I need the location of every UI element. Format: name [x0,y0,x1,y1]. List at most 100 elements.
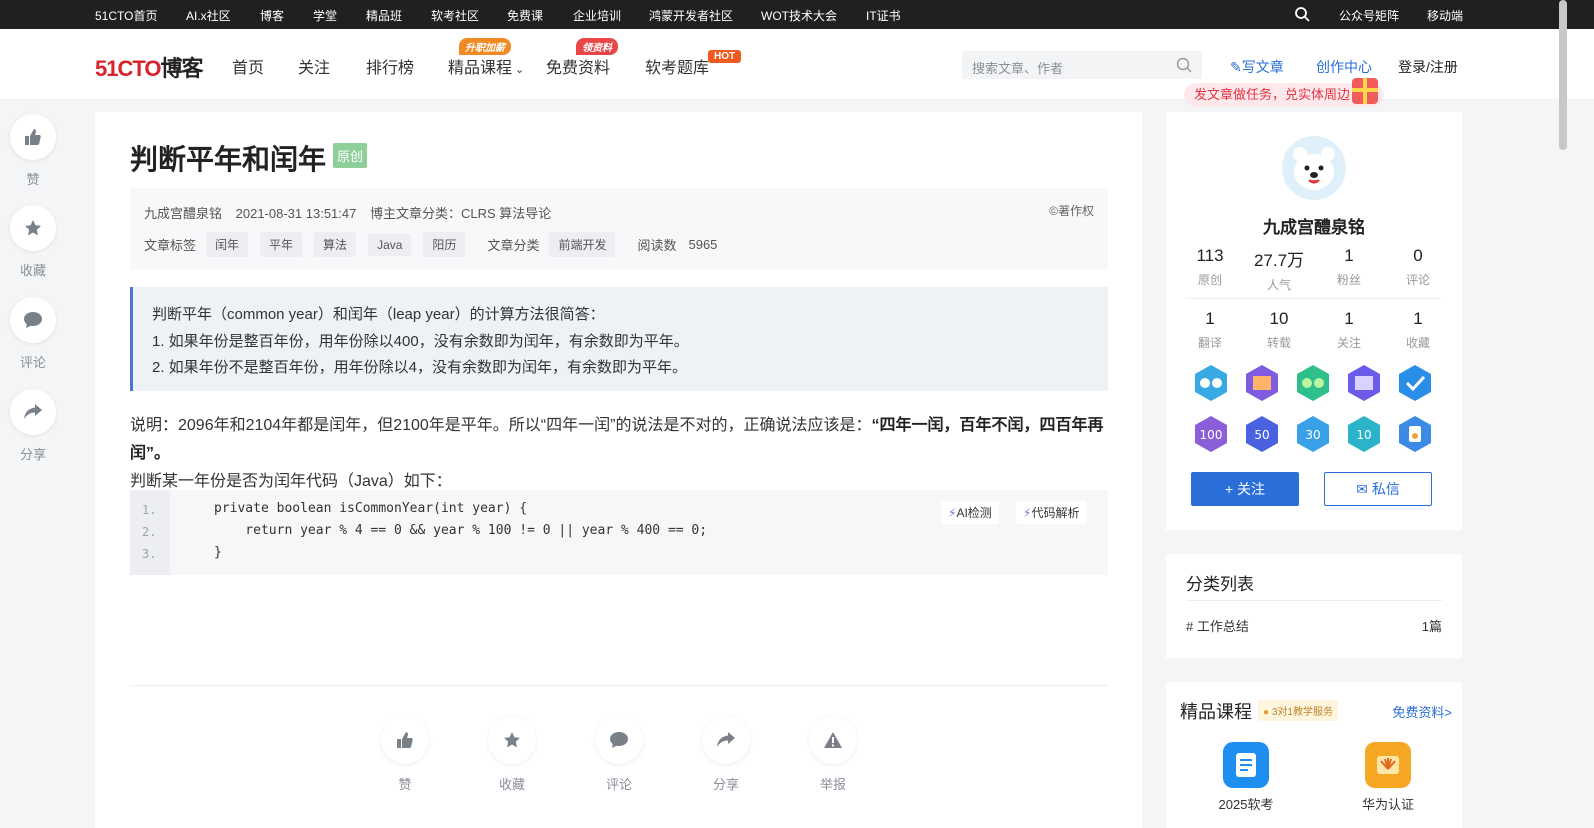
favorite-action[interactable]: 收藏 [10,205,56,279]
stat-reposts[interactable]: 10 转载 [1244,309,1314,351]
tag-item[interactable]: 闰年 [206,232,249,257]
topbar-link-edu[interactable]: 学堂 [313,7,337,24]
write-article-label: 写文章 [1241,59,1284,75]
stat-fans[interactable]: 1 粉丝 [1314,246,1384,288]
bottom-like-action[interactable]: 赞 [381,716,429,793]
medal-book-icon[interactable] [1242,363,1282,403]
comment-icon [595,716,643,764]
stat-popularity[interactable]: 27.7万 人气 [1244,246,1314,293]
nav-exam[interactable]: 软考题库 [645,54,709,78]
category-divider [1186,600,1442,601]
search-input[interactable]: 搜索文章、作者 [972,58,1063,77]
topbar-link-free[interactable]: 免费课 [507,7,543,24]
nav-courses[interactable]: 精品课程 ⌄ [448,54,524,78]
creator-center-link[interactable]: 创作中心 [1316,57,1372,77]
share-action[interactable]: 分享 [10,389,56,463]
stat-translations[interactable]: 1 翻译 [1175,309,1245,351]
author-name[interactable]: 九成宫醴泉铭 [144,206,222,221]
code-line: } [214,545,222,560]
stat-value: 27.7万 [1253,251,1305,270]
stat-label: 评论 [1405,273,1430,287]
topbar-link-wot[interactable]: WOT技术大会 [761,7,837,24]
blog-category[interactable]: CLRS 算法导论 [461,206,551,221]
huawei-logo-icon [1365,742,1411,788]
article-card: 判断平年和闰年 原创 九成宫醴泉铭 2021-08-31 13:51:47 博主… [95,112,1142,828]
topbar-link-enterprise[interactable]: 企业培训 [573,7,621,24]
topbar-link-premium[interactable]: 精品班 [366,7,402,24]
medal-50-icon[interactable]: 50 [1242,414,1282,454]
promo-banner[interactable]: 发文章做任务，兑实体周边 [1184,78,1385,107]
like-action[interactable]: 赞 [10,114,56,188]
bottom-comment-action[interactable]: 评论 [595,716,643,793]
topbar-link-mobile[interactable]: 移动端 [1427,7,1463,24]
search-box[interactable]: 搜索文章、作者 [962,51,1202,79]
gift-icon [1352,78,1379,104]
comment-action[interactable]: 评论 [10,297,56,371]
topbar-link-home[interactable]: 51CTO首页 [95,7,157,24]
medal-purple-book-icon[interactable] [1344,363,1384,403]
mail-icon: ✉ [1356,481,1368,497]
medal-badge-icon[interactable] [1395,414,1435,454]
write-article-link[interactable]: ✎写文章 [1230,57,1284,77]
warning-icon [809,716,857,764]
bottom-favorite-label: 收藏 [498,777,525,792]
medal-number: 50 [1254,428,1269,442]
course-item-huawei[interactable]: 华为认证 [1348,742,1428,813]
bottom-favorite-action[interactable]: 收藏 [488,716,536,793]
ai-check-button[interactable]: ⚡AI检测 [941,501,999,524]
avatar[interactable] [1282,136,1346,200]
follow-button[interactable]: + 关注 [1191,472,1299,506]
topbar-link-ruankao[interactable]: 软考社区 [431,7,479,24]
nav-follow[interactable]: 关注 [298,54,330,78]
topbar-link-ai[interactable]: AI.x社区 [186,7,231,24]
article-meta: 九成宫醴泉铭 2021-08-31 13:51:47 博主文章分类：CLRS 算… [130,188,1108,270]
bottom-comment-label: 评论 [605,777,632,792]
pen-icon: ✎ [1230,59,1242,75]
tag-item[interactable]: 阳历 [423,232,466,257]
nav-free[interactable]: 免费资料 [546,54,610,78]
medal-100-icon[interactable]: 100 [1191,414,1231,454]
stat-favorites[interactable]: 1 收藏 [1383,309,1453,351]
profile-username[interactable]: 九成宫醴泉铭 [1166,213,1462,238]
code-explain-button[interactable]: ⚡代码解析 [1016,501,1087,524]
stat-label: 收藏 [1405,336,1430,350]
tag-item[interactable]: 平年 [260,232,303,257]
line-gutter: 1. 2. 3. [130,490,170,575]
category-item-name[interactable]: # 工作总结 [1186,616,1249,635]
bottom-share-action[interactable]: 分享 [702,716,750,793]
category-tag[interactable]: 前端开发 [549,232,616,257]
message-button[interactable]: ✉ 私信 [1324,472,1432,506]
topbar-link-blog[interactable]: 博客 [260,7,284,24]
content-divider [130,685,1108,686]
nav-home[interactable]: 首页 [232,54,264,78]
course-item-ruankao[interactable]: 2025软考 [1206,742,1286,813]
topbar-link-harmony[interactable]: 鸿蒙开发者社区 [649,7,733,24]
page-scrollbar[interactable] [1559,0,1567,150]
search-icon[interactable] [1176,57,1192,73]
bottom-report-action[interactable]: 举报 [809,716,857,793]
medal-green-glasses-icon[interactable] [1293,363,1333,403]
medal-30-icon[interactable]: 30 [1293,414,1333,454]
stat-value: 113 [1196,246,1224,265]
login-register-link[interactable]: 登录/注册 [1398,57,1458,77]
medal-check-icon[interactable] [1395,363,1435,403]
topbar-link-cert[interactable]: IT证书 [866,7,901,24]
medal-10-icon[interactable]: 10 [1344,414,1384,454]
search-icon[interactable] [1294,6,1310,25]
reads-count: 5965 [688,237,718,252]
courses-badge: ● 3对1教学服务 [1258,700,1338,721]
original-badge: 原创 [333,143,368,168]
stat-original[interactable]: 113 原创 [1175,246,1245,288]
site-logo[interactable]: 51CTO博客 [95,51,204,83]
stat-following[interactable]: 1 关注 [1314,309,1384,351]
tag-item[interactable]: 算法 [314,232,357,257]
free-materials-link[interactable]: 免费资料> [1392,702,1452,721]
nav-rank[interactable]: 排行榜 [366,54,414,78]
stat-comments[interactable]: 0 评论 [1383,246,1453,288]
star-icon [488,716,536,764]
medal-glasses-icon[interactable] [1191,363,1231,403]
quote-line: 判断平年（common year）和闰年（leap year）的计算方法很简答： [152,306,605,323]
topbar-link-wechat[interactable]: 公众号矩阵 [1339,7,1399,24]
tag-item[interactable]: Java [368,233,412,256]
stat-value: 1 [1205,309,1215,328]
